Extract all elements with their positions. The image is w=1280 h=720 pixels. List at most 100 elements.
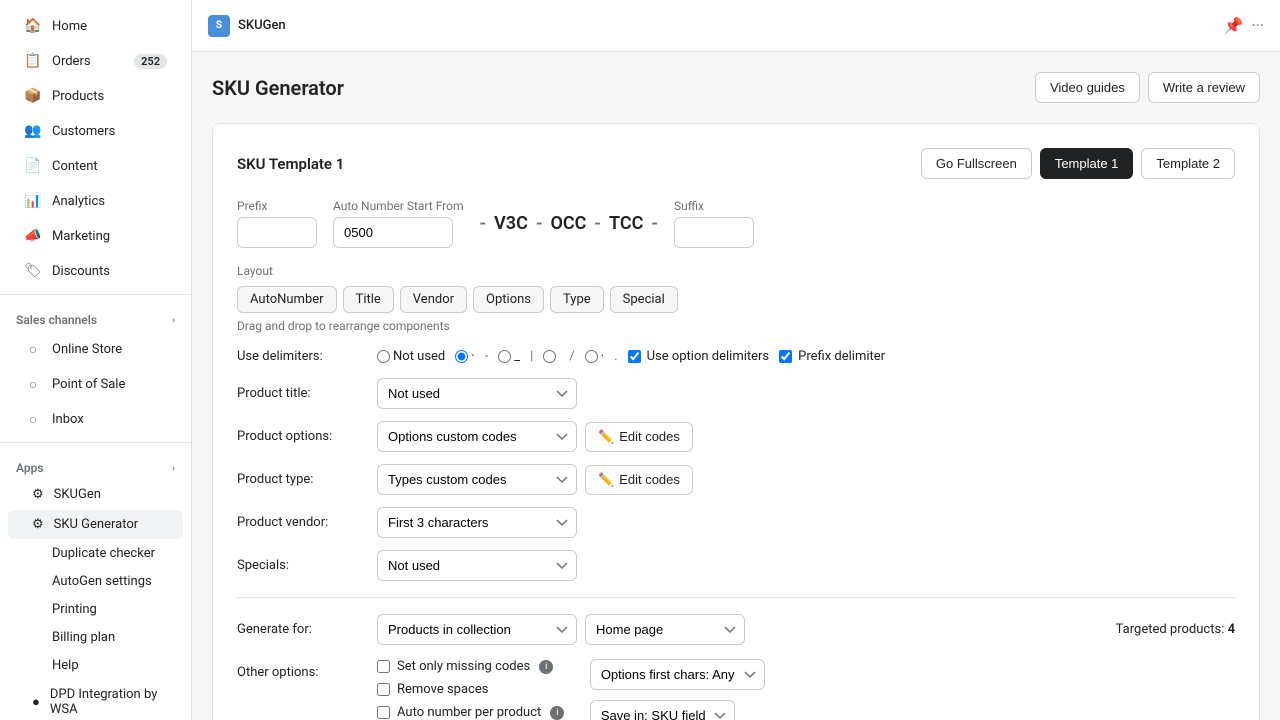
auto-number-input[interactable] — [333, 217, 453, 248]
sidebar-item-point-of-sale[interactable]: ○ Point of Sale — [8, 367, 183, 401]
delimiter-slash[interactable]: · — [585, 349, 604, 364]
sidebar-item-home[interactable]: 🏠 Home — [8, 9, 183, 43]
layout-tag-vendor[interactable]: Vendor — [400, 286, 467, 313]
sidebar-sub-item-billing-plan[interactable]: Billing plan — [8, 624, 183, 651]
product-type-controls: Types custom codes Not used First 3 char… — [377, 464, 1235, 495]
prefix-autonumber-row: Prefix Auto Number Start From - V3C - OC… — [237, 199, 1235, 248]
template1-button[interactable]: Template 1 — [1040, 148, 1134, 179]
layout-tag-type[interactable]: Type — [550, 286, 604, 313]
layout-tag-title[interactable]: Title — [343, 286, 394, 313]
divider — [237, 597, 1235, 598]
sidebar-item-analytics[interactable]: 📊 Analytics — [8, 184, 183, 218]
sidebar-sub-item-printing[interactable]: Printing — [8, 596, 183, 623]
product-options-select[interactable]: Options custom codes Not used First 3 ch… — [377, 421, 577, 452]
topbar-actions: 📌 ··· — [1224, 16, 1264, 35]
generate-for-row: Generate for: Products in collection All… — [237, 614, 1235, 645]
prefix-label: Prefix — [237, 199, 317, 213]
set-only-missing-checkbox[interactable]: Set only missing codes i — [377, 659, 566, 674]
auto-number-field: Auto Number Start From — [333, 199, 464, 248]
suffix-label: Suffix — [674, 199, 754, 213]
options-first-chars-row: Options first chars: Any 1 2 3 — [590, 659, 790, 690]
product-vendor-select[interactable]: First 3 characters Not used Full vendor — [377, 507, 577, 538]
fullscreen-button[interactable]: Go Fullscreen — [921, 148, 1032, 179]
sidebar-item-label: Customers — [52, 124, 115, 139]
delimiter-underscore[interactable]: _ — [498, 349, 520, 364]
prefix-delimiter-checkbox[interactable]: Prefix delimiter — [779, 349, 885, 364]
product-type-edit-button[interactable]: ✏️ Edit codes — [585, 465, 693, 495]
prefix-field: Prefix — [237, 199, 317, 248]
sku-part1: V3C — [494, 213, 528, 234]
specials-select[interactable]: Not used Option 1 — [377, 550, 577, 581]
suffix-input[interactable] — [674, 217, 754, 248]
video-guides-button[interactable]: Video guides — [1035, 72, 1140, 103]
more-options-icon[interactable]: ··· — [1251, 16, 1264, 35]
sidebar-item-label: Analytics — [52, 194, 105, 209]
page-header: SKU Generator Video guides Write a revie… — [212, 72, 1260, 103]
delimiter-not-used[interactable]: Not used — [377, 349, 445, 364]
generate-for-controls: Products in collection All products Sele… — [377, 614, 1235, 645]
sidebar-sub-item-help[interactable]: Help — [8, 652, 183, 679]
sidebar-item-marketing[interactable]: 📣 Marketing — [8, 219, 183, 253]
product-vendor-label: Product vendor: — [237, 515, 377, 530]
save-in-select[interactable]: Save in: SKU field Barcode field Metafie… — [590, 700, 735, 720]
write-review-button[interactable]: Write a review — [1148, 72, 1260, 103]
options-first-chars-select[interactable]: Options first chars: Any 1 2 3 — [590, 659, 765, 690]
sidebar-item-inbox[interactable]: ○ Inbox — [8, 402, 183, 436]
marketing-icon: 📣 — [24, 227, 42, 245]
sidebar-sub-item-autogen-settings[interactable]: AutoGen settings — [8, 568, 183, 595]
sidebar-item-sku-generator[interactable]: ⚙ SKU Generator — [8, 510, 183, 539]
pin-icon[interactable]: 📌 — [1224, 16, 1244, 35]
sidebar-item-customers[interactable]: 👥 Customers — [8, 114, 183, 148]
delimiter-controls: Not used · - _ | / · — [377, 349, 1235, 364]
product-title-select[interactable]: Not used First 3 characters First 5 char… — [377, 378, 577, 409]
apps-expand-icon[interactable]: › — [172, 463, 175, 474]
sidebar: 🏠 Home 📋 Orders 252📦 Products 👥 Customer… — [0, 0, 192, 720]
card-header: SKU Template 1 Go Fullscreen Template 1 … — [237, 148, 1235, 179]
auto-number-per-product-checkbox[interactable]: Auto number per product i — [377, 705, 566, 720]
sales-channels-expand-icon[interactable]: › — [172, 315, 175, 326]
app-icon: S — [208, 15, 230, 37]
sidebar-item-label: Online Store — [52, 342, 122, 357]
layout-tags: AutoNumberTitleVendorOptionsTypeSpecial — [237, 286, 1235, 313]
sidebar-sub-item-duplicate-checker[interactable]: Duplicate checker — [8, 540, 183, 567]
use-option-delimiters-checkbox[interactable]: Use option delimiters — [628, 349, 770, 364]
targeted-count: 4 — [1228, 622, 1235, 637]
product-title-controls: Not used First 3 characters First 5 char… — [377, 378, 1235, 409]
topbar-app-name: SKUGen — [238, 18, 286, 33]
sidebar-item-content[interactable]: 📄 Content — [8, 149, 183, 183]
content-icon: 📄 — [24, 157, 42, 175]
delimiter-dot[interactable]: · — [455, 349, 474, 364]
layout-label: Layout — [237, 264, 1235, 278]
collection-select[interactable]: Home page All collections Featured — [585, 614, 745, 645]
layout-tag-autonumber[interactable]: AutoNumber — [237, 286, 337, 313]
auto-number-per-product-info-icon[interactable]: i — [550, 706, 564, 720]
layout-tag-special[interactable]: Special — [610, 286, 678, 313]
set-only-missing-info-icon[interactable]: i — [539, 660, 553, 674]
sidebar-item-orders[interactable]: 📋 Orders 252 — [8, 44, 183, 78]
edit-icon: ✏️ — [598, 429, 614, 445]
prefix-input[interactable] — [237, 217, 317, 248]
sidebar-item-dpd[interactable]: ● DPD Integration by WSA — [8, 680, 183, 720]
save-in-row: Save in: SKU field Barcode field Metafie… — [590, 700, 790, 720]
sidebar-item-online-store[interactable]: ○ Online Store — [8, 332, 183, 366]
product-title-label: Product title: — [237, 386, 377, 401]
skugen-icon: ⚙ — [32, 487, 44, 502]
sidebar-item-products[interactable]: 📦 Products — [8, 79, 183, 113]
sidebar-item-label: Inbox — [52, 412, 84, 427]
product-options-edit-button[interactable]: ✏️ Edit codes — [585, 422, 693, 452]
dpd-icon: ● — [32, 694, 40, 710]
sidebar-item-skugen[interactable]: ⚙ SKUGen — [8, 480, 183, 509]
remove-spaces-checkbox[interactable]: Remove spaces — [377, 682, 566, 697]
generate-for-select[interactable]: Products in collection All products Sele… — [377, 614, 577, 645]
layout-tag-options[interactable]: Options — [473, 286, 544, 313]
suffix-field: Suffix — [674, 199, 754, 248]
product-type-select[interactable]: Types custom codes Not used First 3 char… — [377, 464, 577, 495]
delimiter-pipe[interactable] — [543, 350, 559, 363]
sidebar-item-label: Marketing — [52, 229, 110, 244]
template2-button[interactable]: Template 2 — [1141, 148, 1235, 179]
sidebar-item-discounts[interactable]: 🏷 Discounts — [8, 254, 183, 288]
sku-generator-icon: ⚙ — [32, 517, 44, 532]
other-options-row: Other options: Set only missing codes i … — [237, 659, 1235, 720]
point-of-sale-icon: ○ — [24, 375, 42, 393]
product-vendor-row: Product vendor: First 3 characters Not u… — [237, 507, 1235, 538]
